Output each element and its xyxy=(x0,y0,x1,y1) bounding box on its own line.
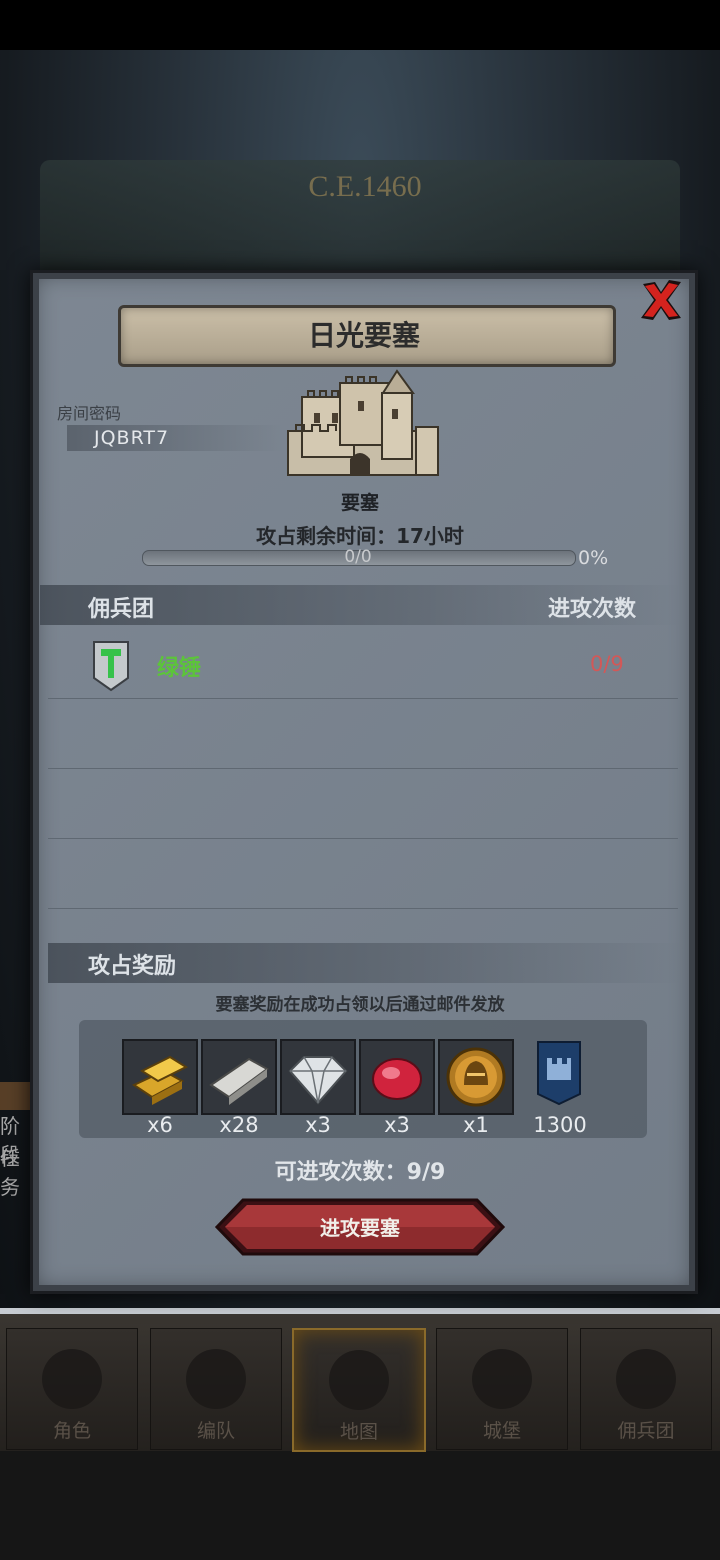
close-icon xyxy=(641,280,681,320)
gold-bars-icon xyxy=(131,1055,189,1105)
nav-tab-mercenary[interactable]: 佣兵团 xyxy=(580,1328,712,1450)
castle-icon xyxy=(472,1349,532,1409)
close-button[interactable] xyxy=(635,274,687,326)
reward-qty: 1300 xyxy=(533,1113,587,1137)
room-code-value: JQBRT7 xyxy=(94,427,170,449)
reward-qty: x6 xyxy=(147,1113,173,1137)
helmet-icon xyxy=(186,1349,246,1409)
knight-icon xyxy=(42,1349,102,1409)
reward-slot-iron[interactable] xyxy=(201,1039,277,1115)
nav-tab-castle[interactable]: 城堡 xyxy=(436,1328,568,1450)
quest-hud-icon[interactable] xyxy=(0,1082,30,1110)
reward-qty: x1 xyxy=(463,1113,489,1137)
nav-tab-label: 地图 xyxy=(339,1421,378,1443)
nav-tab-formation[interactable]: 编队 xyxy=(150,1328,282,1450)
guild-row-empty xyxy=(48,698,678,769)
reward-qty: x3 xyxy=(384,1113,410,1137)
mercenary-column-header: 佣兵团 xyxy=(88,597,155,622)
diamond-icon xyxy=(288,1056,348,1105)
mercenary-icon xyxy=(616,1349,676,1409)
room-code-label: 房间密码 xyxy=(57,404,122,423)
ruby-icon xyxy=(372,1058,422,1100)
attempts-left: 可进攻次数：9/9 xyxy=(274,1160,446,1185)
fortress-type-label: 要塞 xyxy=(340,492,379,514)
nav-tab-label: 角色 xyxy=(52,1420,91,1442)
capture-progress-text: 0/0 xyxy=(344,547,372,567)
guild-row-empty xyxy=(48,768,678,839)
capture-progress-percent: 0% xyxy=(578,547,609,569)
knight-helmet-coin-icon xyxy=(446,1047,506,1107)
guild-row-empty xyxy=(48,838,678,909)
castle-banner-icon[interactable] xyxy=(536,1040,582,1106)
era-label: C.E.1460 xyxy=(308,170,422,203)
reward-slot-ruby[interactable] xyxy=(359,1039,435,1115)
reward-section-title: 攻占奖励 xyxy=(88,954,177,979)
nav-tab-map[interactable]: 地图 xyxy=(292,1328,426,1452)
attack-fortress-button-label: 进攻要塞 xyxy=(320,1216,400,1240)
reward-qty: x28 xyxy=(219,1113,259,1137)
guild-attack-count: 0/9 xyxy=(590,652,624,676)
guild-emblem-icon xyxy=(93,641,129,692)
guild-name: 绿锤 xyxy=(157,656,202,681)
attack-count-column-header: 进攻次数 xyxy=(548,597,637,622)
quest-hud-label-2: 任务 xyxy=(0,1146,20,1199)
capture-time-left: 攻占剩余时间：17小时 xyxy=(256,524,464,548)
reward-slot-helmet-coin[interactable] xyxy=(438,1039,514,1115)
dialog-title: 日光要塞 xyxy=(307,319,420,352)
reward-slot-diamond[interactable] xyxy=(280,1039,356,1115)
nav-tab-label: 佣兵团 xyxy=(617,1420,675,1442)
reward-qty: x3 xyxy=(305,1113,331,1137)
reward-slot-gold[interactable] xyxy=(122,1039,198,1115)
compass-icon xyxy=(329,1350,389,1410)
nav-tab-label: 城堡 xyxy=(482,1420,521,1442)
nav-tab-character[interactable]: 角色 xyxy=(6,1328,138,1450)
nav-tab-label: 编队 xyxy=(196,1420,235,1442)
system-bottom-area xyxy=(0,1445,720,1560)
guild-row[interactable] xyxy=(48,628,678,699)
reward-note: 要塞奖励在成功占领以后通过邮件发放 xyxy=(215,995,505,1015)
bottom-navigation: 角色 编队 地图 城堡 佣兵团 xyxy=(0,1308,720,1452)
fortress-icon xyxy=(287,369,439,476)
status-bar-area xyxy=(0,0,720,50)
iron-ingot-icon xyxy=(209,1057,269,1105)
